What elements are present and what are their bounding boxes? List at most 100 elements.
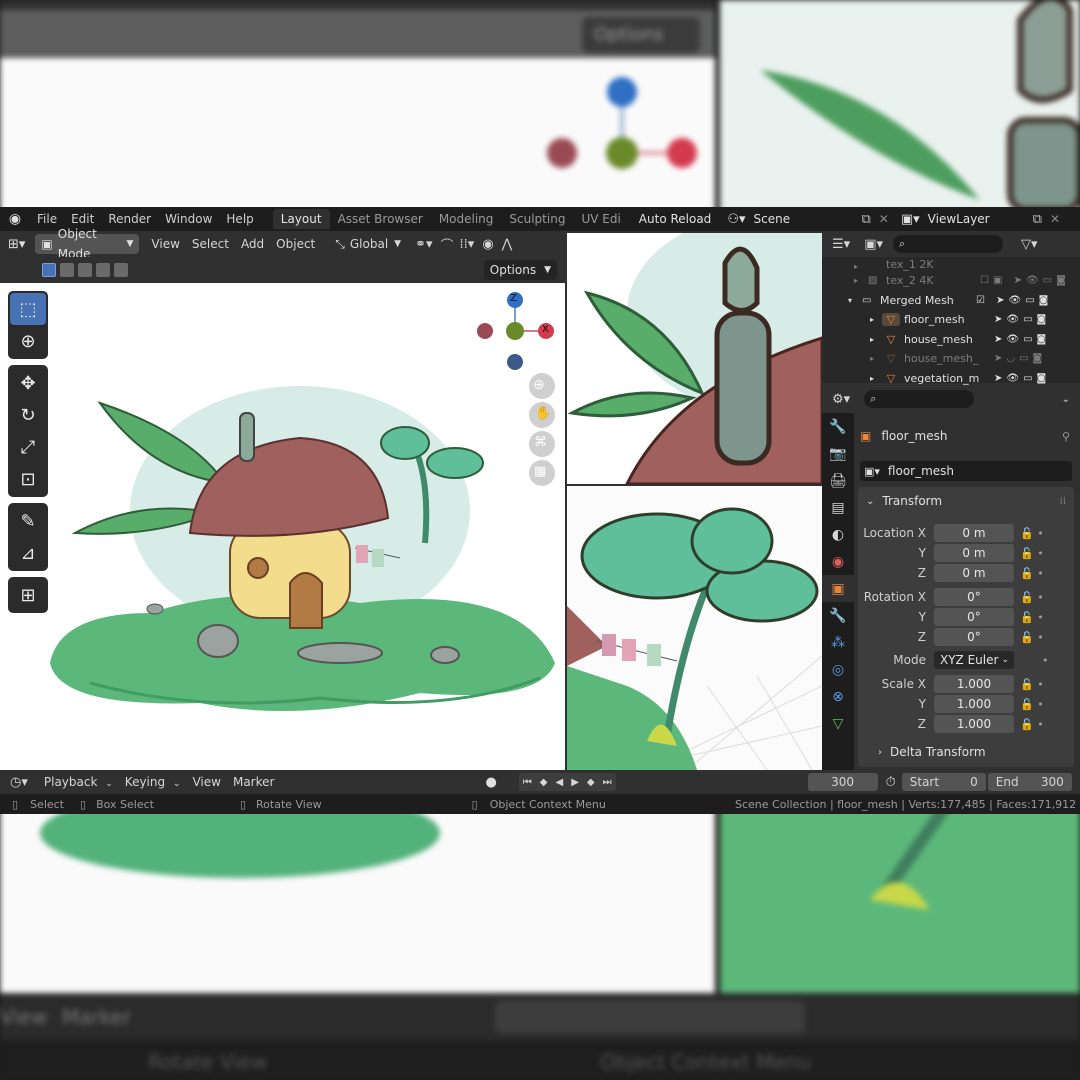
lock-icon[interactable]: 🔓 • [1020,611,1044,624]
snap-grid-icon[interactable]: ⁞⁞▾ [460,237,475,252]
scale-x-field[interactable]: 1.000 [934,675,1014,693]
particles-tab-icon[interactable]: ⁂ [822,629,854,656]
delta-transform-header[interactable]: › Delta Transform [878,745,986,759]
menu-window[interactable]: Window [158,212,219,226]
proportional-edit-icon[interactable]: ◉ [482,237,493,252]
rotation-y-field[interactable]: 0° [934,608,1014,626]
row-expand-icon[interactable]: ▸ [870,354,882,363]
row-toggle-icons[interactable]: ☐▣ ➤👁▭◙ [980,275,1070,286]
output-tab-icon[interactable]: 🖨 [822,467,854,494]
marker-menu[interactable]: Marker [227,775,280,789]
filter-icon[interactable]: ▽▾ [1021,237,1038,252]
select-mode-intersect-icon[interactable] [114,263,128,277]
move-tool-icon[interactable]: ✥ [10,367,46,399]
play-reverse-icon[interactable]: ◀ [552,777,568,788]
list-item[interactable]: ▸ ▨ tex_2 4K ☐▣ ➤👁▭◙ [822,271,1080,291]
scale-z-field[interactable]: 1.000 [934,715,1014,733]
render-tab-icon[interactable]: 📷 [822,440,854,467]
main-viewport[interactable]: Z X ⊕ ✋ ⌘ ▦ [0,283,565,770]
scene-tab-icon[interactable]: ◐ [822,521,854,548]
rotate-tool-icon[interactable]: ↻ [10,399,46,431]
object-menu[interactable]: Object [270,237,321,251]
measure-tool-icon[interactable]: ⊿ [10,537,46,569]
row-toggle-icons[interactable]: ➤👁▭◙ [994,334,1050,345]
select-box-tool-icon[interactable]: ⬚ [10,293,46,325]
scale-tool-icon[interactable]: ⤢ [10,431,46,463]
current-frame-field[interactable]: 300 [807,773,878,791]
add-cube-tool-icon[interactable]: ⊞ [10,579,46,611]
keyframe-dot-icon[interactable]: • [1042,654,1049,667]
list-item[interactable]: ▸ ▽ house_mesh_ ➤◡▭◙ [822,349,1080,369]
select-mode-invert-icon[interactable] [96,263,110,277]
lock-icon[interactable]: 🔓 • [1020,718,1044,731]
drag-handle-icon[interactable]: ⁞⁞ [1060,496,1066,507]
rotation-mode-dropdown[interactable]: XYZ Euler ⌄ [934,651,1014,669]
prev-keyframe-icon[interactable]: ◆ [536,777,552,788]
row-expand-icon[interactable]: ▸ [870,315,882,324]
lock-icon[interactable]: 🔓 • [1020,631,1044,644]
view-menu[interactable]: View [145,237,185,251]
camera-viewport-top[interactable] [567,233,822,484]
snap-icon[interactable]: ⌒ [441,235,454,254]
transform-header[interactable]: ⌄ Transform ⁞⁞ [858,487,1074,515]
row-toggle-icons[interactable]: ➤👁▭◙ [994,373,1050,384]
list-item[interactable]: ▸ ▽ floor_mesh ➤👁▭◙ [822,310,1080,330]
modifier-tab-icon[interactable]: 🔧 [822,602,854,629]
lock-icon[interactable]: 🔓 • [1020,698,1044,711]
row-toggle-icons[interactable]: ☑ ➤👁▭◙ [976,295,1052,306]
row-expand-icon[interactable]: ▸ [870,374,882,383]
timeline-view-menu[interactable]: View [186,775,226,789]
data-tab-icon[interactable]: ▽ [822,710,854,737]
scene-icon[interactable]: ⚇▾ [727,212,745,227]
pin-icon[interactable]: ⚲ [1062,430,1070,443]
chevron-down-icon[interactable]: ⌄ [1062,394,1070,405]
record-icon[interactable]: ● [485,775,496,790]
scene-name[interactable]: Scene [754,212,854,226]
row-expand-icon[interactable]: ▾ [848,296,862,305]
list-item[interactable]: ▾ ▭ Merged Mesh ☑ ➤👁▭◙ [822,291,1080,311]
location-y-field[interactable]: 0 m [934,544,1014,562]
transform-tool-icon[interactable]: ⊡ [10,463,46,495]
zoom-icon[interactable]: ⊕ [533,377,545,393]
next-keyframe-icon[interactable]: ◆ [583,777,599,788]
pivot-icon[interactable]: ⚭▾ [415,237,432,252]
location-z-field[interactable]: 0 m [934,564,1014,582]
transform-orientation-dropdown[interactable]: ⤡ Global ▼ [335,237,401,252]
new-scene-icon[interactable]: ⧉ [862,212,871,227]
blender-logo-icon[interactable]: ◉ [0,211,30,227]
view-layer-tab-icon[interactable]: ▤ [822,494,854,521]
grid-icon[interactable]: ▦ [534,464,546,479]
new-viewlayer-icon[interactable]: ⧉ [1033,212,1042,227]
select-mode-new-icon[interactable] [42,263,56,277]
properties-type-icon[interactable]: ⚙▾ [832,392,850,407]
add-menu[interactable]: Add [235,237,270,251]
physics-tab-icon[interactable]: ◎ [822,656,854,683]
display-mode-icon[interactable]: ▣▾ [864,237,883,252]
object-tab-icon[interactable]: ▣ [822,575,854,602]
cursor-tool-icon[interactable]: ⊕ [10,325,46,357]
delete-viewlayer-icon[interactable]: ✕ [1050,212,1060,226]
editor-type-icon[interactable]: ⊞▾ [8,237,25,252]
camera-icon[interactable]: ⌘ [534,435,547,450]
menu-help[interactable]: Help [219,212,260,226]
axis-x-label[interactable]: X [542,324,549,335]
rotation-x-field[interactable]: 0° [934,588,1014,606]
options-dropdown[interactable]: Options ▼ [483,260,557,280]
outliner-type-icon[interactable]: ☰▾ [832,237,850,252]
lock-icon[interactable]: 🔓 • [1020,547,1044,560]
object-mode-dropdown[interactable]: ▣ Object Mode ▼ [35,227,140,261]
timeline-editor-icon[interactable]: ◷▾ [10,775,28,790]
axis-z-label[interactable]: Z [510,293,517,304]
tab-sculpting[interactable]: Sculpting [501,209,573,229]
delete-scene-icon[interactable]: ✕ [879,212,889,226]
constraints-tab-icon[interactable]: ⊗ [822,683,854,710]
lock-icon[interactable]: 🔓 • [1020,567,1044,580]
tab-modeling[interactable]: Modeling [431,209,502,229]
end-frame-field[interactable]: End 300 [987,773,1072,791]
falloff-icon[interactable]: ⋀ [502,237,513,252]
stopwatch-icon[interactable]: ⏱ [886,775,896,790]
viewlayer-name[interactable]: ViewLayer [928,212,1033,226]
tab-uv-editing[interactable]: UV Edi [573,209,628,229]
list-item[interactable]: ▸ tex_1 2K [822,257,1080,271]
auto-reload-button[interactable]: Auto Reload [639,212,712,226]
